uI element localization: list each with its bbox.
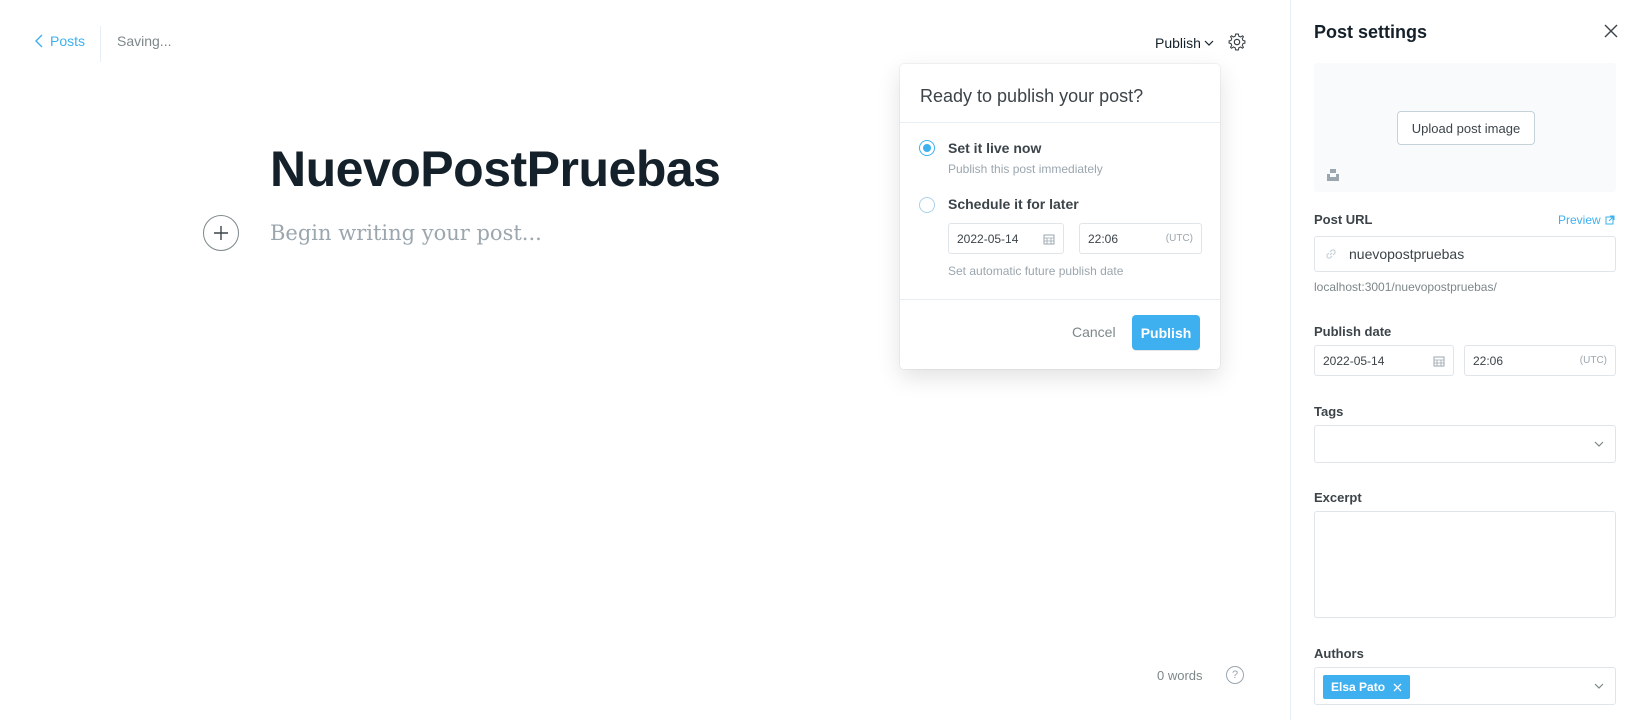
radio-schedule-later[interactable] [919,197,935,213]
word-count: 0 words [1157,668,1203,683]
chevron-down-icon [1204,40,1214,46]
publish-popover: Ready to publish your post? Set it live … [900,64,1220,369]
panel-title: Post settings [1314,22,1428,42]
publish-date-input[interactable]: 2022-05-14 [1314,345,1454,376]
authors-select[interactable]: Elsa Pato [1314,667,1616,705]
feature-image-dropzone[interactable]: Upload post image [1314,63,1616,192]
calendar-icon [1433,356,1445,366]
cancel-button[interactable]: Cancel [1072,324,1116,340]
help-icon[interactable]: ? [1226,666,1244,684]
post-title[interactable]: NuevoPostPruebas [270,140,721,198]
option-later-label[interactable]: Schedule it for later [948,196,1079,212]
excerpt-label: Excerpt [1314,490,1362,505]
radio-set-live-now[interactable] [919,140,935,156]
plus-icon [214,226,228,240]
header-divider [100,26,101,62]
publish-menu-trigger[interactable]: Publish [1155,35,1214,51]
upload-image-button[interactable]: Upload post image [1397,111,1535,145]
post-url-hint: localhost:3001/nuevopostpruebas/ [1314,280,1497,294]
tags-select[interactable] [1314,425,1616,463]
publish-button[interactable]: Publish [1132,315,1200,350]
schedule-date-input[interactable]: 2022-05-14 [948,223,1064,254]
popover-footer-divider [900,299,1220,300]
author-name: Elsa Pato [1331,680,1386,694]
publish-menu-label: Publish [1155,35,1201,51]
remove-icon[interactable] [1393,683,1402,692]
publish-time-input[interactable]: 22:06 (UTC) [1464,345,1616,376]
link-icon [1326,249,1336,259]
close-icon[interactable] [1603,23,1619,39]
timezone-label: (UTC) [1165,233,1193,244]
external-link-icon [1605,215,1615,225]
post-url-label: Post URL [1314,212,1373,227]
popover-title: Ready to publish your post? [920,86,1144,106]
post-settings-panel: Post settings Upload post image Post URL… [1290,0,1640,720]
authors-label: Authors [1314,646,1364,661]
chevron-down-icon [1594,441,1604,447]
tags-label: Tags [1314,404,1344,419]
chevron-down-icon [1594,683,1604,689]
calendar-icon [1043,234,1055,244]
publish-date-value: 2022-05-14 [1323,353,1385,368]
option-now-label[interactable]: Set it live now [948,140,1041,156]
option-now-subtitle: Publish this post immediately [948,162,1103,176]
save-status: Saving... [117,33,172,49]
schedule-time-value: 22:06 [1088,231,1119,246]
preview-label: Preview [1558,213,1601,227]
author-tag[interactable]: Elsa Pato [1323,675,1411,699]
excerpt-textarea[interactable] [1314,511,1616,618]
publish-time-value: 22:06 [1473,353,1504,368]
schedule-date-value: 2022-05-14 [957,231,1019,246]
back-label: Posts [50,33,86,49]
preview-link[interactable]: Preview [1558,213,1615,227]
schedule-hint: Set automatic future publish date [948,264,1124,278]
chevron-left-icon [35,34,43,48]
unsplash-icon[interactable] [1326,168,1340,182]
timezone-label: (UTC) [1579,355,1607,366]
gear-icon[interactable] [1227,32,1247,52]
post-body-placeholder[interactable]: Begin writing your post... [270,221,542,245]
popover-divider [900,122,1220,123]
post-url-input[interactable]: nuevopostpruebas [1314,236,1616,272]
post-url-value: nuevopostpruebas [1349,246,1465,262]
publish-date-label: Publish date [1314,324,1392,339]
schedule-time-input[interactable]: 22:06 (UTC) [1079,223,1202,254]
add-card-button[interactable] [203,215,239,251]
back-to-posts-link[interactable]: Posts [34,33,85,49]
